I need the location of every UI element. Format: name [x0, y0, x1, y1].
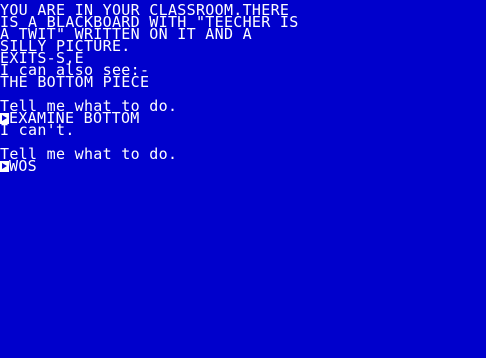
- command-input-line[interactable]: WOS: [0, 159, 37, 174]
- input-prompt-arrow-icon: [0, 161, 9, 172]
- command-input-text[interactable]: WOS: [9, 159, 37, 174]
- game-screen: YOU ARE IN YOUR CLASSROOM.THERE IS A BLA…: [0, 0, 486, 358]
- game-response: I can't.: [0, 121, 75, 139]
- visible-item: THE BOTTOM PIECE: [0, 73, 150, 91]
